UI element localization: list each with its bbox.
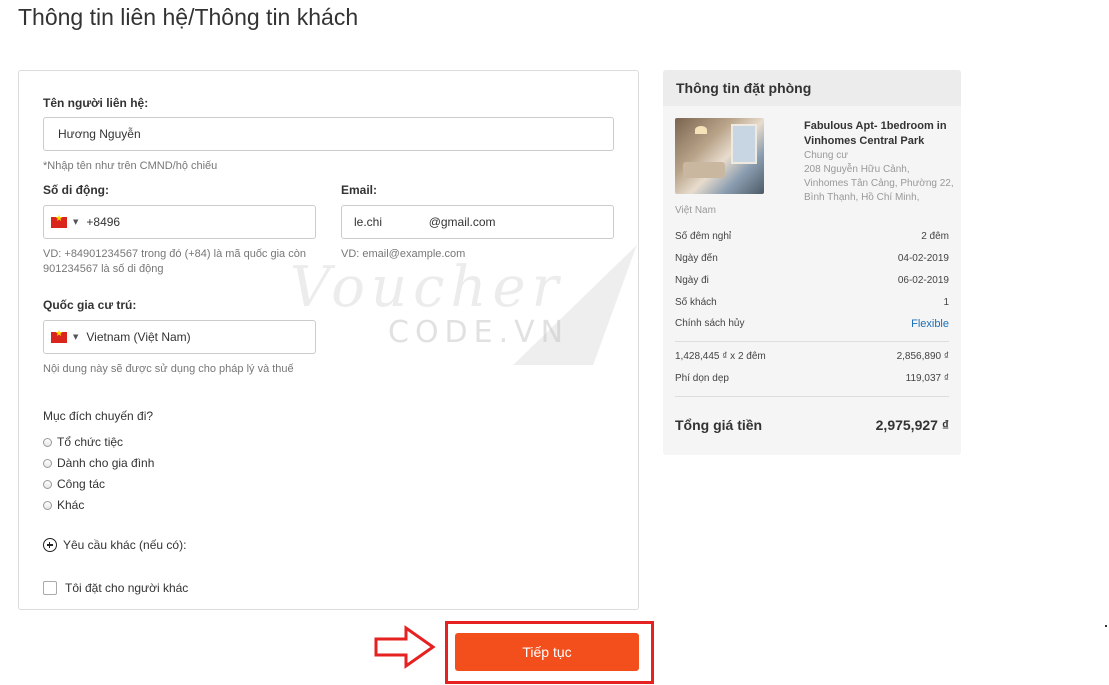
country-value: Vietnam (Việt Nam) <box>86 330 191 344</box>
page-title: Thông tin liên hệ/Thông tin khách <box>18 4 359 30</box>
purpose-label: Mục đích chuyến đi? <box>43 409 154 423</box>
continue-button[interactable]: Tiếp tục <box>455 633 639 671</box>
purpose-option-family[interactable]: Dành cho gia đình <box>43 456 154 470</box>
contact-name-input[interactable]: Hương Nguyễn <box>43 117 614 151</box>
price-row-label: 1,428,445 ₫ x 2 đêm <box>675 351 766 362</box>
summary-row-label: Ngày đi <box>675 275 709 286</box>
purpose-option-label: Công tác <box>57 477 106 491</box>
vietnam-flag-icon <box>51 329 67 343</box>
price-row-cleaning: Phí dọn dẹp 119,037 ₫ <box>675 373 949 384</box>
price-row-label: Phí dọn dẹp <box>675 373 729 384</box>
purpose-option-label: Tổ chức tiệc <box>57 435 124 449</box>
total-value: 2,975,927 ₫ <box>875 417 949 433</box>
booking-summary-panel: Thông tin đặt phòng Fabulous Apt- 1bedro… <box>663 70 961 455</box>
chevron-down-icon: ▼ <box>73 333 79 341</box>
summary-row-value: 04-02-2019 <box>897 253 949 264</box>
summary-row-label: Số khách <box>675 297 717 308</box>
plus-circle-icon[interactable] <box>43 538 57 552</box>
phone-value: +8496 <box>86 215 121 229</box>
email-value: le.chi @gmail.com <box>354 215 496 229</box>
other-requests-toggle[interactable]: Yêu cầu khác (nếu có): <box>43 538 186 552</box>
summary-row-checkin: Ngày đến 04-02-2019 <box>675 253 949 264</box>
purpose-option-label: Khác <box>57 498 85 512</box>
summary-row-nights: Số đêm nghỉ 2 đêm <box>675 231 949 242</box>
summary-row-checkout: Ngày đi 06-02-2019 <box>675 275 949 286</box>
radio-button[interactable] <box>43 458 52 468</box>
other-requests-label: Yêu cầu khác (nếu có): <box>63 538 187 552</box>
summary-row-value: 1 <box>943 297 949 308</box>
country-label: Quốc gia cư trú: <box>43 298 137 312</box>
summary-row-cancellation: Chính sách hủy Flexible <box>675 318 949 330</box>
purpose-option-party[interactable]: Tổ chức tiệc <box>43 435 123 449</box>
vietnam-flag-icon[interactable] <box>51 214 67 228</box>
hotel-photo[interactable] <box>675 118 764 194</box>
summary-title: Thông tin đặt phòng <box>663 70 961 106</box>
summary-row-guests: Số khách 1 <box>675 297 949 308</box>
country-hint: Nội dung này sẽ được sử dụng cho pháp lý… <box>43 363 294 375</box>
hotel-type: Chung cư <box>804 150 848 161</box>
hotel-address: 208 Nguyễn Hữu Cảnh, Vinhomes Tân Cảng, … <box>804 164 954 203</box>
sofa-shape <box>683 162 725 178</box>
price-row-value: 119,037 ₫ <box>905 373 949 384</box>
country-select[interactable]: ▼ Vietnam (Việt Nam) <box>43 320 316 354</box>
summary-row-label: Số đêm nghỉ <box>675 231 732 242</box>
radio-button[interactable] <box>43 479 52 489</box>
total-price-row: Tổng giá tiền 2,975,927 ₫ <box>675 417 949 433</box>
contact-form-card: Tên người liên hệ: Hương Nguyễn *Nhập tê… <box>18 70 639 610</box>
window-shape <box>731 124 757 164</box>
email-label: Email: <box>341 183 378 197</box>
summary-row-value: 06-02-2019 <box>897 275 949 286</box>
book-for-other-checkbox[interactable] <box>43 581 57 595</box>
email-hint: VD: email@example.com <box>341 248 466 260</box>
arrow-right-icon <box>374 625 436 669</box>
purpose-option-label: Dành cho gia đình <box>57 456 155 470</box>
cancellation-policy-link[interactable]: Flexible <box>911 318 949 330</box>
contact-name-value: Hương Nguyễn <box>58 127 141 141</box>
chevron-down-icon[interactable]: ▼ <box>73 218 78 226</box>
contact-name-label: Tên người liên hệ: <box>43 96 149 110</box>
phone-hint: VD: +84901234567 trong đó (+84) là mã qu… <box>43 248 306 275</box>
email-input[interactable]: le.chi @gmail.com <box>341 205 614 239</box>
phone-label: Số di động: <box>43 183 109 197</box>
radio-button[interactable] <box>43 500 52 510</box>
summary-row-label: Chính sách hủy <box>675 318 745 329</box>
phone-input[interactable]: ▼ +8496 <box>43 205 316 239</box>
purpose-option-other[interactable]: Khác <box>43 498 84 512</box>
total-label: Tổng giá tiền <box>675 417 763 433</box>
hotel-country: Việt Nam <box>675 205 716 216</box>
stray-dot <box>1105 625 1107 627</box>
book-for-other-label: Tôi đặt cho người khác <box>65 581 189 595</box>
summary-row-label: Ngày đến <box>675 253 718 264</box>
divider <box>675 341 949 342</box>
hotel-name[interactable]: Fabulous Apt- 1bedroom in Vinhomes Centr… <box>804 119 954 149</box>
summary-row-value: 2 đêm <box>921 231 949 242</box>
divider <box>675 396 949 397</box>
book-for-other-option[interactable]: Tôi đặt cho người khác <box>43 581 188 595</box>
price-row-nightly: 1,428,445 ₫ x 2 đêm 2,856,890 ₫ <box>675 351 949 362</box>
contact-name-hint: *Nhập tên như trên CMND/hộ chiếu <box>43 160 218 172</box>
lamp-shape <box>695 126 707 134</box>
price-row-value: 2,856,890 ₫ <box>896 351 949 362</box>
radio-button[interactable] <box>43 437 52 447</box>
purpose-option-business[interactable]: Công tác <box>43 477 105 491</box>
